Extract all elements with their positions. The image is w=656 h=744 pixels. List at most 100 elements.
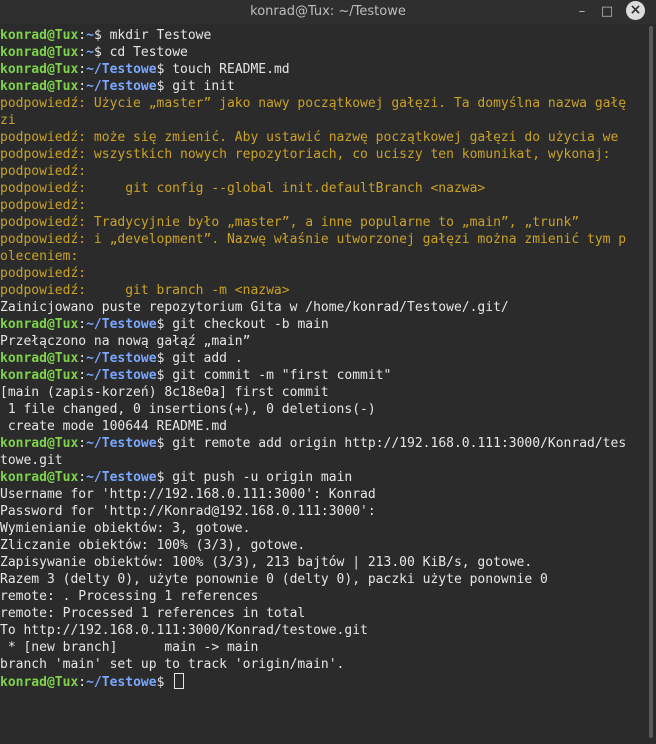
prompt-separator: :: [78, 368, 87, 383]
command-text: git checkout -b main: [172, 317, 329, 332]
prompt-separator: :: [78, 45, 87, 60]
prompt-dollar: $: [156, 675, 173, 690]
command-text: touch README.md: [172, 62, 290, 77]
hint-line: podpowiedź:: [0, 265, 642, 282]
hint-text: oleceniem:: [0, 249, 79, 264]
hint-text: podpowiedź: wszystkich nowych repozytori…: [0, 147, 611, 162]
prompt-user-host: konrad@Tux: [0, 470, 79, 485]
scrollbar-thumb[interactable]: [649, 26, 653, 738]
prompt-user-host: konrad@Tux: [0, 368, 79, 383]
command-text: git add .: [172, 351, 243, 366]
hint-text: podpowiedź: i „development”. Nazwę właśn…: [0, 232, 627, 247]
hint-text: podpowiedź: git config --global init.def…: [0, 181, 486, 196]
prompt-path: ~/Testowe: [86, 317, 157, 332]
output-text: remote: . Processing 1 references: [0, 589, 259, 604]
output-line: 1 file changed, 0 insertions(+), 0 delet…: [0, 401, 642, 418]
prompt-line: konrad@Tux:~/Testowe$: [0, 673, 642, 690]
prompt-separator: :: [78, 317, 87, 332]
output-text: To http://192.168.0.111:3000/Konrad/test…: [0, 623, 368, 638]
hint-text: podpowiedź: może się zmienić. Aby ustawi…: [0, 130, 619, 145]
output-line: Wymienianie obiektów: 3, gotowe.: [0, 520, 642, 537]
output-text: Zainicjowano puste repozytorium Gita w /…: [0, 300, 509, 315]
output-line: To http://192.168.0.111:3000/Konrad/test…: [0, 622, 642, 639]
prompt-dollar: $: [156, 317, 173, 332]
output-text: [main (zapis-korzeń) 8c18e0a] first comm…: [0, 385, 329, 400]
text-cursor[interactable]: [174, 673, 185, 689]
prompt-user-host: konrad@Tux: [0, 79, 79, 94]
command-text: git commit -m "first commit": [172, 368, 392, 383]
output-text: create mode 100644 README.md: [0, 419, 227, 434]
hint-text: podpowiedź:: [0, 164, 87, 179]
hint-text: podpowiedź:: [0, 198, 87, 213]
output-line: Password for 'http://Konrad@192.168.0.11…: [0, 503, 642, 520]
prompt-dollar: $: [156, 436, 173, 451]
output-line: [main (zapis-korzeń) 8c18e0a] first comm…: [0, 384, 642, 401]
prompt-user-host: konrad@Tux: [0, 45, 79, 60]
prompt-separator: :: [78, 351, 87, 366]
output-line: remote: . Processing 1 references: [0, 588, 642, 605]
hint-line: podpowiedź: git config --global init.def…: [0, 180, 642, 197]
prompt-line: konrad@Tux:~/Testowe$ git commit -m "fir…: [0, 367, 642, 384]
output-line: Przełączono na nową gałąź „main”: [0, 333, 642, 350]
prompt-path: ~: [86, 45, 94, 60]
prompt-separator: :: [78, 470, 87, 485]
prompt-line: konrad@Tux:~$ mkdir Testowe: [0, 27, 642, 44]
scrollbar[interactable]: [645, 24, 656, 744]
hint-line: podpowiedź: git branch -m <nazwa>: [0, 282, 642, 299]
maximize-button[interactable]: □: [597, 2, 617, 22]
prompt-path: ~/Testowe: [86, 62, 157, 77]
output-line: Zliczanie obiektów: 100% (3/3), gotowe.: [0, 537, 642, 554]
terminal-output[interactable]: konrad@Tux:~$ mkdir Testowe konrad@Tux:~$…: [0, 27, 642, 744]
output-line: Username for 'http://192.168.0.111:3000'…: [0, 486, 642, 503]
prompt-path: ~/Testowe: [86, 675, 157, 690]
hint-line: zi: [0, 112, 642, 129]
hint-text: podpowiedź: git branch -m <nazwa>: [0, 283, 290, 298]
prompt-line: konrad@Tux:~/Testowe$ git init: [0, 78, 642, 95]
output-text: Zliczanie obiektów: 100% (3/3), gotowe.: [0, 538, 306, 553]
output-text: 1 file changed, 0 insertions(+), 0 delet…: [0, 402, 376, 417]
output-line: remote: Processed 1 references in total: [0, 605, 642, 622]
hint-line: podpowiedź: Użycie „master” jako nawy po…: [0, 95, 642, 112]
command-text: mkdir Testowe: [109, 28, 212, 43]
title-bar[interactable]: konrad@Tux: ~/Testowe – □ ×: [0, 0, 656, 24]
prompt-dollar: $: [156, 62, 173, 77]
prompt-line: konrad@Tux:~/Testowe$ git remote add ori…: [0, 435, 642, 452]
prompt-dollar: $: [156, 368, 173, 383]
prompt-user-host: konrad@Tux: [0, 317, 79, 332]
prompt-separator: :: [78, 62, 87, 77]
window-title: konrad@Tux: ~/Testowe: [250, 4, 406, 19]
output-text: Username for 'http://192.168.0.111:3000'…: [0, 487, 376, 502]
prompt-dollar: $: [93, 45, 110, 60]
output-line: create mode 100644 README.md: [0, 418, 642, 435]
command-text: git push -u origin main: [172, 470, 353, 485]
output-line: * [new branch] main -> main: [0, 639, 642, 656]
prompt-user-host: konrad@Tux: [0, 62, 79, 77]
output-text: Razem 3 (delty 0), użyte ponownie 0 (del…: [0, 572, 548, 587]
output-text: branch 'main' set up to track 'origin/ma…: [0, 657, 345, 672]
prompt-separator: :: [78, 28, 87, 43]
close-button[interactable]: ×: [626, 1, 645, 20]
prompt-user-host: konrad@Tux: [0, 675, 79, 690]
output-text: * [new branch] main -> main: [0, 640, 259, 655]
prompt-path: ~/Testowe: [86, 470, 157, 485]
prompt-path: ~: [86, 28, 94, 43]
output-text: Wymienianie obiektów: 3, gotowe.: [0, 521, 251, 536]
prompt-user-host: konrad@Tux: [0, 28, 79, 43]
prompt-line: konrad@Tux:~/Testowe$ touch README.md: [0, 61, 642, 78]
hint-line: oleceniem:: [0, 248, 642, 265]
prompt-separator: :: [78, 675, 87, 690]
output-line: branch 'main' set up to track 'origin/ma…: [0, 656, 642, 673]
hint-text: podpowiedź: Użycie „master” jako nawy po…: [0, 96, 627, 111]
hint-line: podpowiedź: Tradycyjnie było „master”, a…: [0, 214, 642, 231]
output-line: Razem 3 (delty 0), użyte ponownie 0 (del…: [0, 571, 642, 588]
hint-text: podpowiedź:: [0, 266, 87, 281]
output-line: Zainicjowano puste repozytorium Gita w /…: [0, 299, 642, 316]
terminal-window: konrad@Tux: ~/Testowe – □ × konrad@Tux:~…: [0, 0, 656, 744]
minimize-button[interactable]: –: [572, 2, 592, 22]
hint-line: podpowiedź: wszystkich nowych repozytori…: [0, 146, 642, 163]
prompt-dollar: $: [156, 79, 173, 94]
output-text: remote: Processed 1 references in total: [0, 606, 306, 621]
hint-line: podpowiedź: i „development”. Nazwę właśn…: [0, 231, 642, 248]
output-text: Przełączono na nową gałąź „main”: [0, 334, 251, 349]
prompt-path: ~/Testowe: [86, 368, 157, 383]
